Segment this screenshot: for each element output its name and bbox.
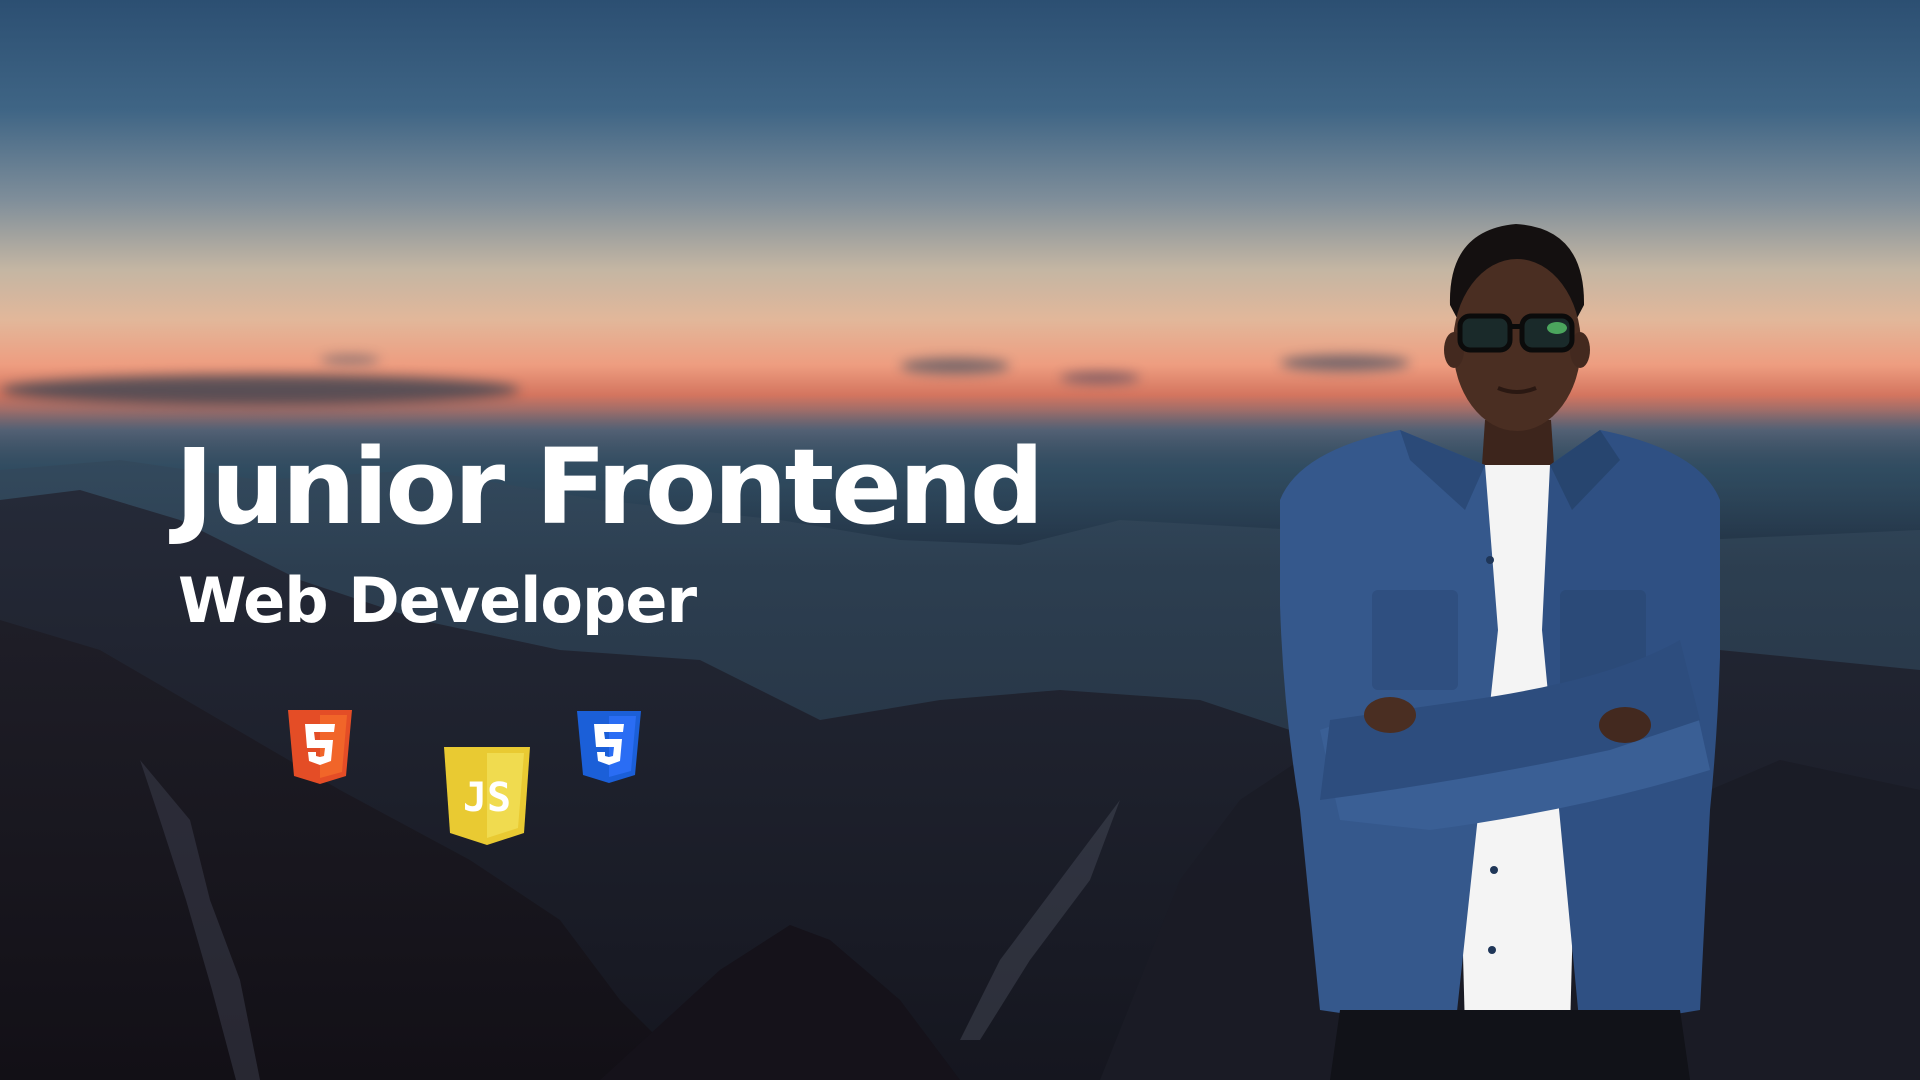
hero-banner: Junior Frontend Web Developer JS bbox=[0, 0, 1920, 1080]
shirt-button bbox=[1488, 946, 1496, 954]
css3-badge bbox=[577, 711, 641, 783]
shirt-button bbox=[1486, 556, 1494, 564]
page-subtitle: Web Developer bbox=[178, 564, 697, 637]
html5-badge bbox=[288, 710, 352, 784]
javascript-label: JS bbox=[463, 775, 511, 821]
html5-icon bbox=[288, 710, 352, 784]
developer-portrait bbox=[1280, 224, 1720, 1080]
page-title: Junior Frontend bbox=[175, 426, 1044, 548]
hand-left bbox=[1364, 697, 1416, 733]
css3-icon bbox=[577, 711, 641, 783]
css3-glyph bbox=[594, 724, 624, 765]
glasses-lens-right bbox=[1519, 313, 1575, 353]
glasses-glare bbox=[1547, 322, 1567, 334]
dark-pants bbox=[1330, 1010, 1690, 1080]
javascript-icon: JS bbox=[444, 747, 530, 845]
glasses-lens-left bbox=[1457, 313, 1513, 353]
hand-right bbox=[1599, 707, 1651, 743]
glasses-bridge bbox=[1508, 324, 1524, 329]
pocket-left bbox=[1372, 590, 1458, 690]
html5-glyph bbox=[305, 724, 335, 765]
javascript-badge: JS bbox=[444, 747, 530, 845]
shirt-button bbox=[1490, 866, 1498, 874]
